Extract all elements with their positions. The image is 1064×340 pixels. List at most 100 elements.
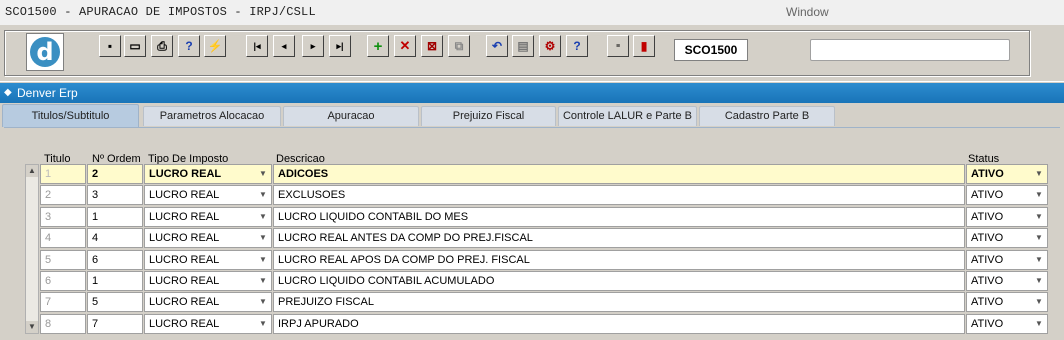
table-row[interactable]: 5 6 LUCRO REAL ▼ LUCRO REAL APOS DA COMP DO …	[40, 249, 1048, 270]
clipboard-icon[interactable]: ▤	[512, 35, 534, 57]
menu-icon[interactable]: ≡	[607, 35, 629, 57]
cell-titulo[interactable]: 4	[40, 228, 86, 249]
exit-icon[interactable]: ▮	[633, 35, 655, 57]
chevron-down-icon[interactable]: ▼	[1032, 187, 1046, 203]
cell-ordem[interactable]: 1	[87, 206, 143, 227]
cell-status[interactable]: ATIVO ▼	[966, 249, 1048, 270]
chevron-down-icon[interactable]: ▼	[256, 187, 270, 203]
cell-descricao[interactable]: IRPJ APURADO	[273, 313, 965, 334]
tab-parametros-alocacao[interactable]: Parametros Alocacao	[143, 106, 281, 126]
cell-tipo[interactable]: LUCRO REAL ▼	[144, 313, 272, 334]
tab-apuracao[interactable]: Apuracao	[283, 106, 419, 126]
titulo-value: 3	[45, 210, 52, 223]
print-icon[interactable]: ⎙	[151, 35, 173, 57]
table-row[interactable]: 4 4 LUCRO REAL ▼ LUCRO REAL ANTES DA COMP DO…	[40, 228, 1048, 249]
tab-titulos-subtitulo[interactable]: Titulos/Subtitulo	[2, 104, 139, 127]
scroll-down-icon[interactable]: ▼	[26, 321, 38, 333]
cell-titulo[interactable]: 1	[40, 164, 86, 184]
cell-descricao[interactable]: PREJUIZO FISCAL	[273, 292, 965, 313]
cell-ordem[interactable]: 6	[87, 249, 143, 270]
cell-titulo[interactable]: 8	[40, 313, 86, 334]
cell-titulo[interactable]: 3	[40, 206, 86, 227]
cell-titulo[interactable]: 2	[40, 185, 86, 206]
save-icon[interactable]: ▪	[99, 35, 121, 57]
cell-ordem[interactable]: 2	[87, 164, 143, 184]
cell-status[interactable]: ATIVO ▼	[966, 228, 1048, 249]
chevron-down-icon[interactable]: ▼	[256, 230, 270, 246]
first-record-icon[interactable]: |◂	[246, 35, 268, 57]
cell-descricao[interactable]: LUCRO LIQUIDO CONTABIL DO MES	[273, 206, 965, 227]
cell-status[interactable]: ATIVO ▼	[966, 185, 1048, 206]
cell-descricao[interactable]: LUCRO LIQUIDO CONTABIL ACUMULADO	[273, 271, 965, 291]
cell-descricao[interactable]: LUCRO REAL ANTES DA COMP DO PREJ.FISCAL	[273, 228, 965, 249]
tools-icon[interactable]: ⚙	[539, 35, 561, 57]
titulo-value: 8	[45, 317, 52, 330]
duplicate-icon[interactable]: ⧉	[448, 35, 470, 57]
cell-descricao[interactable]: EXCLUSOES	[273, 185, 965, 206]
cell-tipo[interactable]: LUCRO REAL ▼	[144, 185, 272, 206]
cell-tipo[interactable]: LUCRO REAL ▼	[144, 292, 272, 313]
table-row[interactable]: 3 1 LUCRO REAL ▼ LUCRO LIQUIDO CONTABIL DO M…	[40, 206, 1048, 227]
window-menu-label[interactable]: Window	[786, 5, 829, 19]
cell-status[interactable]: ATIVO ▼	[966, 313, 1048, 334]
cell-titulo[interactable]: 5	[40, 249, 86, 270]
help-icon[interactable]: ?	[566, 35, 588, 57]
window-icon[interactable]: ▭	[124, 35, 146, 57]
chevron-down-icon[interactable]: ▼	[1032, 294, 1046, 310]
chevron-down-icon[interactable]: ▼	[1032, 166, 1046, 182]
cell-ordem[interactable]: 7	[87, 313, 143, 334]
next-record-icon[interactable]: ▸	[302, 35, 324, 57]
tab-cadastro-parte-b[interactable]: Cadastro Parte B	[699, 106, 835, 126]
cell-ordem[interactable]: 4	[87, 228, 143, 249]
table-row[interactable]: 7 5 LUCRO REAL ▼ PREJUIZO FISCAL ATIVO ▼	[40, 292, 1048, 313]
chevron-down-icon[interactable]: ▼	[1032, 209, 1046, 225]
tab-controle-lalur[interactable]: Controle LALUR e Parte B	[558, 106, 697, 126]
chevron-down-icon[interactable]: ▼	[256, 294, 270, 310]
table-row[interactable]: 2 3 LUCRO REAL ▼ EXCLUSOES ATIVO ▼	[40, 185, 1048, 206]
add-record-icon[interactable]: +	[367, 35, 389, 57]
vertical-scrollbar[interactable]: ▲ ▼	[25, 164, 39, 334]
cell-status[interactable]: ATIVO ▼	[966, 292, 1048, 313]
cell-descricao[interactable]: LUCRO REAL APOS DA COMP DO PREJ. FISCAL	[273, 249, 965, 270]
cell-tipo[interactable]: LUCRO REAL ▼	[144, 206, 272, 227]
table-row[interactable]: 1 2 LUCRO REAL ▼ ADICOES ATIVO ▼	[40, 164, 1048, 184]
delete-record-icon[interactable]: ✕	[394, 35, 416, 57]
cell-titulo[interactable]: 6	[40, 271, 86, 291]
cell-ordem[interactable]: 5	[87, 292, 143, 313]
chevron-down-icon[interactable]: ▼	[256, 166, 270, 182]
logo-icon: d	[30, 37, 60, 67]
cell-titulo[interactable]: 7	[40, 292, 86, 313]
undo-icon[interactable]: ↶	[486, 35, 508, 57]
chevron-down-icon[interactable]: ▼	[1032, 316, 1046, 332]
chevron-down-icon[interactable]: ▼	[1032, 273, 1046, 289]
cell-status[interactable]: ATIVO ▼	[966, 164, 1048, 184]
cell-tipo[interactable]: LUCRO REAL ▼	[144, 271, 272, 291]
query-icon[interactable]: ?	[178, 35, 200, 57]
cell-status[interactable]: ATIVO ▼	[966, 206, 1048, 227]
cell-status[interactable]: ATIVO ▼	[966, 271, 1048, 291]
execute-query-icon[interactable]: ⚡	[204, 35, 226, 57]
scroll-up-icon[interactable]: ▲	[26, 165, 38, 177]
last-record-icon[interactable]: ▸|	[329, 35, 351, 57]
cell-ordem[interactable]: 3	[87, 185, 143, 206]
chevron-down-icon[interactable]: ▼	[256, 252, 270, 268]
cell-tipo[interactable]: LUCRO REAL ▼	[144, 228, 272, 249]
titulo-value: 1	[45, 168, 52, 180]
cell-descricao[interactable]: ADICOES	[273, 164, 965, 184]
chevron-down-icon[interactable]: ▼	[1032, 252, 1046, 268]
chevron-down-icon[interactable]: ▼	[256, 273, 270, 289]
ordem-value: 3	[92, 189, 99, 202]
chevron-down-icon[interactable]: ▼	[256, 209, 270, 225]
chevron-down-icon[interactable]: ▼	[1032, 230, 1046, 246]
cell-tipo[interactable]: LUCRO REAL ▼	[144, 164, 272, 184]
chevron-down-icon[interactable]: ▼	[256, 316, 270, 332]
cell-ordem[interactable]: 1	[87, 271, 143, 291]
cell-tipo[interactable]: LUCRO REAL ▼	[144, 249, 272, 270]
previous-record-icon[interactable]: ◂	[273, 35, 295, 57]
titulo-value: 6	[45, 275, 52, 287]
tab-prejuizo-fiscal[interactable]: Prejuizo Fiscal	[421, 106, 556, 126]
table-row[interactable]: 6 1 LUCRO REAL ▼ LUCRO LIQUIDO CONTABIL ACUM…	[40, 271, 1048, 291]
toolbar-input[interactable]	[810, 39, 1010, 61]
clear-record-icon[interactable]: ⊠	[421, 35, 443, 57]
table-row[interactable]: 8 7 LUCRO REAL ▼ IRPJ APURADO ATIVO ▼	[40, 313, 1048, 334]
